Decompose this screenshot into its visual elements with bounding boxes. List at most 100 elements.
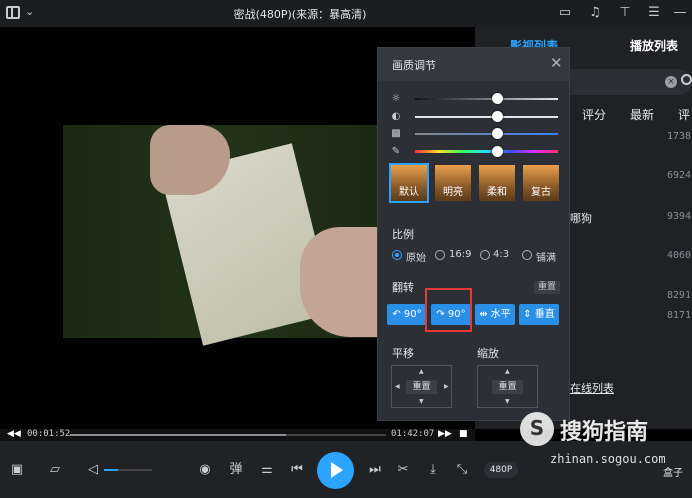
- danmaku-button[interactable]: 弹: [227, 461, 245, 479]
- previous-icon[interactable]: ⏮: [288, 461, 306, 479]
- pan-pad[interactable]: ▲ ▼ ◀ ▶ 重置: [391, 365, 452, 408]
- close-icon[interactable]: ✕: [550, 55, 563, 71]
- list-item-count: 8291: [667, 290, 692, 301]
- message-icon[interactable]: ▭: [557, 5, 573, 21]
- pan-right-icon[interactable]: ▶: [444, 383, 449, 390]
- tab-play-list[interactable]: 播放列表: [630, 37, 678, 54]
- clear-icon[interactable]: ×: [665, 76, 677, 88]
- scissors-icon[interactable]: ✂: [394, 461, 412, 479]
- highlight-box: [425, 288, 472, 332]
- list-item-count: 6924: [667, 170, 692, 181]
- slider-track[interactable]: [415, 150, 558, 153]
- folder-icon[interactable]: ▱: [46, 461, 64, 479]
- download-icon[interactable]: ⤓: [424, 461, 442, 479]
- window-title: 密战(480P)(来源：暴高清): [233, 8, 367, 21]
- ratio-4-3-radio[interactable]: [480, 250, 490, 260]
- rotate-left-button[interactable]: ↶ 90°: [387, 304, 427, 325]
- slider-knob[interactable]: [492, 128, 503, 139]
- title-bar: ⌄ 密战(480P)(来源：暴高清) ▭ ♫ ⊤ ☰ —: [0, 0, 692, 27]
- pan-reset-button[interactable]: 重置: [406, 380, 437, 394]
- zoom-down-icon[interactable]: ▼: [505, 398, 510, 405]
- ratio-fill-radio[interactable]: [522, 250, 532, 260]
- watermark-title: 搜狗指南: [560, 420, 649, 445]
- pan-down-icon[interactable]: ▼: [419, 398, 424, 405]
- volume-icon[interactable]: ◁: [84, 461, 102, 479]
- popup-title: 画质调节: [392, 59, 436, 72]
- pan-left-icon[interactable]: ◀: [395, 383, 400, 390]
- seek-fill: [70, 434, 287, 436]
- zoom-up-icon[interactable]: ▲: [505, 368, 510, 375]
- screen-icon[interactable]: ◉: [196, 461, 214, 479]
- preset-retro[interactable]: 复古: [523, 165, 559, 201]
- fullscreen-icon[interactable]: ⤡: [453, 461, 471, 479]
- flip-label: 翻转: [392, 281, 414, 294]
- online-list-link[interactable]: 在线列表: [570, 380, 614, 396]
- quality-button[interactable]: 480P: [484, 462, 518, 478]
- ratio-label: 比例: [392, 228, 414, 241]
- search-icon[interactable]: [681, 74, 692, 85]
- flip-button-label: 水平: [490, 309, 511, 320]
- list-item-count: 8171: [667, 310, 692, 321]
- preset-bright[interactable]: 明亮: [435, 165, 471, 201]
- progress-bar: ◀◀ 00:01:52 01:42:07 ▶▶ ■: [0, 429, 475, 441]
- flip-vertical-button[interactable]: ⇕ 垂直: [519, 304, 559, 325]
- ratio-option-label[interactable]: 16:9: [449, 249, 471, 260]
- volume-slider[interactable]: [104, 469, 152, 471]
- ratio-option-label[interactable]: 铺满: [536, 249, 556, 264]
- sort-by-other[interactable]: 评: [678, 106, 690, 123]
- list-item-count: 4060: [667, 250, 692, 261]
- toolbox-icon[interactable]: ▣: [8, 461, 26, 479]
- flip-button-label: 垂直: [534, 309, 555, 320]
- list-item-count: 1738: [667, 131, 692, 142]
- forward-icon[interactable]: ▶▶: [438, 429, 452, 439]
- rewind-icon[interactable]: ◀◀: [7, 429, 21, 439]
- total-time: 01:42:07: [391, 429, 435, 439]
- preset-label: 默认: [399, 187, 419, 198]
- flip-button-label: 90°: [403, 309, 422, 320]
- ratio-original-radio[interactable]: [392, 250, 402, 260]
- preset-label: 柔和: [487, 187, 507, 198]
- watermark: 搜狗指南 zhinan.sogou.com: [520, 408, 690, 468]
- slider-knob[interactable]: [492, 146, 503, 157]
- contrast-slider[interactable]: ◐: [390, 111, 560, 123]
- slider-track[interactable]: [415, 116, 558, 118]
- popup-header: 画质调节 ✕: [378, 48, 569, 81]
- zoom-pad[interactable]: ▲ ▼ 重置: [477, 365, 538, 408]
- sun-icon: ☼: [391, 93, 401, 104]
- list-item-title[interactable]: 哪狗: [570, 210, 592, 226]
- flip-reset-button[interactable]: 重置: [534, 281, 560, 294]
- flip-horizontal-button[interactable]: ⇹ 水平: [475, 304, 515, 325]
- sogou-logo-icon: [520, 412, 554, 446]
- bell-icon[interactable]: ♫: [587, 5, 603, 21]
- slider-track[interactable]: [415, 133, 558, 135]
- volume-fill: [104, 469, 119, 471]
- hue-slider[interactable]: ✎: [390, 146, 560, 158]
- menu-icon[interactable]: ☰: [646, 5, 662, 21]
- settings-icon[interactable]: ⚌: [258, 461, 276, 479]
- stop-icon[interactable]: ■: [459, 429, 468, 439]
- preset-soft[interactable]: 柔和: [479, 165, 515, 201]
- seek-track[interactable]: [70, 434, 386, 436]
- ratio-option-label[interactable]: 4:3: [493, 249, 509, 260]
- zoom-reset-button[interactable]: 重置: [492, 380, 523, 394]
- preset-label: 复古: [531, 187, 551, 198]
- minimize-icon[interactable]: —: [672, 5, 688, 21]
- ratio-option-label[interactable]: 原始: [406, 249, 426, 264]
- saturation-icon: ▩: [391, 128, 401, 139]
- play-button[interactable]: [317, 452, 354, 489]
- slider-track[interactable]: [415, 98, 558, 100]
- saturation-slider[interactable]: ▩: [390, 128, 560, 140]
- slider-knob[interactable]: [492, 93, 503, 104]
- next-icon[interactable]: ⏭: [366, 461, 384, 479]
- sort-by-latest[interactable]: 最新: [630, 106, 654, 123]
- current-time: 00:01:52: [27, 429, 71, 439]
- contrast-icon: ◐: [391, 111, 401, 122]
- preset-default[interactable]: 默认: [389, 163, 429, 203]
- ratio-16-9-radio[interactable]: [435, 250, 445, 260]
- pan-up-icon[interactable]: ▲: [419, 368, 424, 375]
- brightness-slider[interactable]: ☼: [390, 93, 560, 105]
- preset-group: 默认 明亮 柔和 复古: [389, 163, 561, 203]
- skin-icon[interactable]: ⊤: [617, 5, 633, 21]
- sort-by-rating[interactable]: 评分: [582, 106, 606, 123]
- slider-knob[interactable]: [492, 111, 503, 122]
